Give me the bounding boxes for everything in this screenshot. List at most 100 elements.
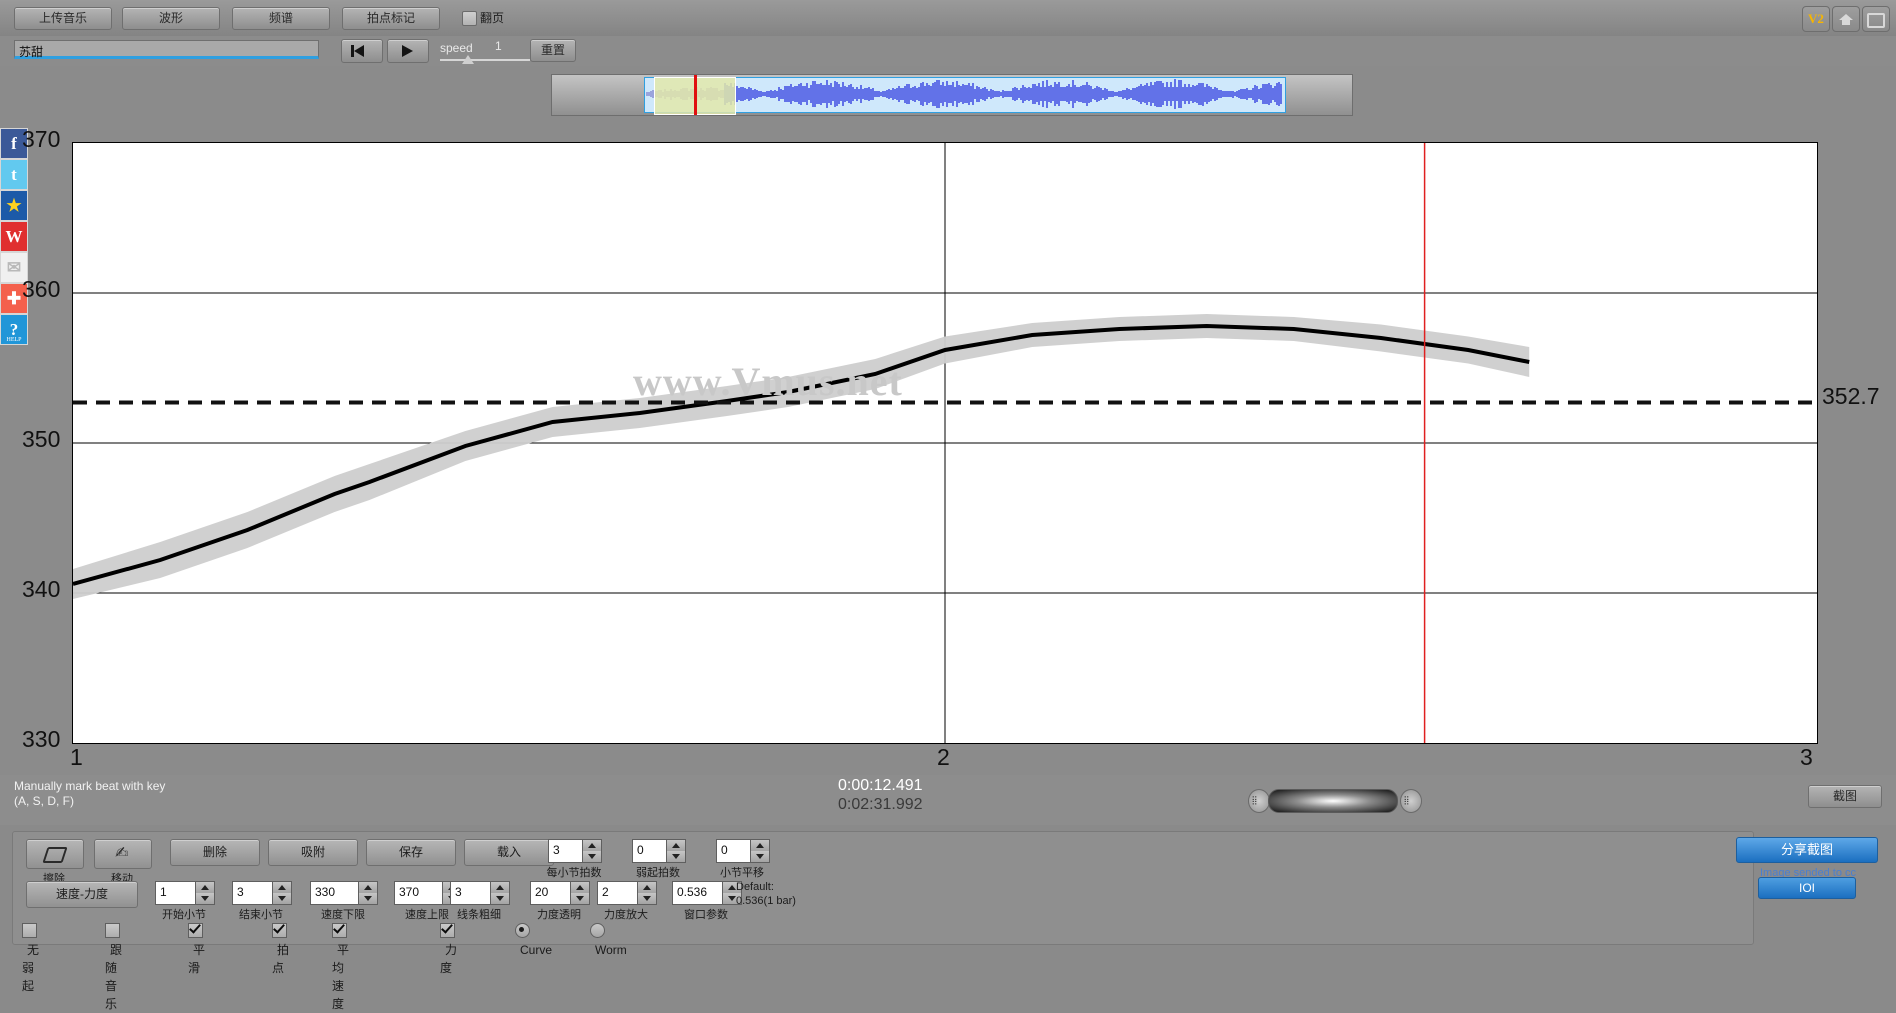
spinner-value-pickup-beats: 0 [637,843,644,857]
radio-dot-worm[interactable] [590,923,605,938]
spinner-down-dynamics-alpha[interactable] [570,893,589,904]
checkbox-box-no-pickup[interactable] [22,923,37,938]
ioi-button[interactable]: IOI [1758,877,1856,899]
waveform-button[interactable]: 波形 [122,7,220,30]
y-axis-tick: 330 [22,726,61,752]
spinner-beats-per-bar[interactable]: 3 [548,839,602,863]
transport-row: 苏甜 speed 1 重置 [0,36,1896,66]
spinner-dynamics-alpha[interactable]: 20 [530,881,590,905]
hint-line-1: Manually mark beat with key [14,779,166,793]
spectrum-button[interactable]: 频谱 [232,7,330,30]
save-button[interactable]: 保存 [366,839,456,866]
checkbox-box-avg-tempo[interactable] [332,923,347,938]
weibo-icon[interactable]: W [0,221,28,252]
volume-slider[interactable] [1268,789,1398,813]
checkbox-box-dynamics[interactable] [440,923,455,938]
upload-music-button[interactable]: 上传音乐 [14,7,112,30]
spinner-label-window-param: 窗口参数 [684,909,728,921]
spinner-tempo-min[interactable]: 330 [310,881,378,905]
chart-plot-area [73,143,1817,743]
track-title-input[interactable]: 苏甜 [14,40,319,59]
spinner-down-tempo-min[interactable] [358,893,377,904]
flip-page-checkbox[interactable] [462,11,477,26]
tempo-chart[interactable]: www.Vmus.net [72,142,1818,744]
spinner-down-bar-shift[interactable] [750,851,769,862]
adsorb-button[interactable]: 吸附 [268,839,358,866]
help-icon[interactable]: ? HELP [0,314,28,345]
radio-worm[interactable]: Worm [590,923,627,959]
qzone-star-icon[interactable]: ★ [0,190,28,221]
checkbox-label-dynamics: 力度 [440,943,458,975]
erase-tool-button[interactable] [26,839,84,869]
spinner-dynamics-zoom[interactable]: 2 [597,881,657,905]
spinner-line-width[interactable]: 3 [450,881,510,905]
checkbox-box-beats[interactable] [272,923,287,938]
play-button[interactable] [387,39,429,63]
spinner-end-bar[interactable]: 3 [232,881,292,905]
current-time: 0:00:12.491 [838,777,923,794]
spinner-label-beats-per-bar: 每小节拍数 [546,867,602,879]
waveform-overview[interactable] [551,74,1353,116]
spinner-value-end-bar: 3 [237,885,244,899]
speed-label: speed [440,41,473,55]
social-share-rail: f t ★ W ✉ ✚ ? HELP [0,128,30,345]
spinner-down-pickup-beats[interactable] [666,851,685,862]
twitter-icon[interactable]: t [0,159,28,190]
volume-high-icon[interactable]: ⦙⦙ [1400,789,1422,813]
volume-low-icon[interactable]: ⦙⦙ [1248,789,1270,813]
checkbox-no-pickup[interactable]: 无弱起 [22,923,39,995]
spinner-bar-shift[interactable]: 0 [716,839,770,863]
volume-control[interactable]: ⦙⦙ ⦙⦙ [1248,787,1428,813]
total-time: 0:02:31.992 [838,796,923,813]
y-axis-tick: 350 [22,426,61,452]
spinner-down-start-bar[interactable] [195,893,214,904]
spinner-label-bar-shift: 小节平移 [720,867,764,879]
spinner-window-param[interactable]: 0.536 [672,881,742,905]
checkbox-beats[interactable]: 拍点 [272,923,289,977]
reset-button[interactable]: 重置 [530,39,576,62]
spinner-value-beats-per-bar: 3 [553,843,560,857]
snapshot-button[interactable]: 截图 [1808,785,1882,808]
chart-watermark: www.Vmus.net [633,359,903,404]
home-icon[interactable] [1832,6,1860,32]
speed-slider-handle[interactable] [462,55,474,64]
radio-curve[interactable]: Curve [515,923,552,959]
v2-badge-icon[interactable]: V2 [1802,6,1830,32]
spinner-label-tempo-min: 速度下限 [321,909,365,921]
spinner-start-bar[interactable]: 1 [155,881,215,905]
checkbox-label-beats: 拍点 [272,943,290,975]
delete-button[interactable]: 删除 [170,839,260,866]
load-button[interactable]: 载入 [464,839,554,866]
radio-dot-curve[interactable] [515,923,530,938]
spinner-label-end-bar: 结束小节 [239,909,283,921]
y-axis-tick: 360 [22,276,61,302]
chart-svg [73,143,1817,743]
checkbox-smooth[interactable]: 平滑 [188,923,205,977]
checkbox-follow-music[interactable]: 跟随音乐 [105,923,122,1013]
spinner-pickup-beats[interactable]: 0 [632,839,686,863]
checkbox-box-smooth[interactable] [188,923,203,938]
spinner-value-bar-shift: 0 [721,843,728,857]
spinner-value-dynamics-zoom: 2 [602,885,609,899]
spinner-down-line-width[interactable] [490,893,509,904]
radio-label-worm: Worm [595,943,627,957]
spinner-down-end-bar[interactable] [272,893,291,904]
spinner-label-dynamics-alpha: 力度透明 [537,909,581,921]
waveform-playhead[interactable] [694,75,697,115]
checkbox-box-follow-music[interactable] [105,923,120,938]
checkbox-dynamics[interactable]: 力度 [440,923,457,977]
spinner-down-beats-per-bar[interactable] [582,851,601,862]
tempo-dynamics-button[interactable]: 速度-力度 [26,881,138,908]
spinner-value-dynamics-alpha: 20 [535,885,549,899]
default-note-line2: 0.536(1 bar) [736,895,796,907]
beat-mark-button[interactable]: 拍点标记 [342,7,440,30]
checkbox-avg-tempo[interactable]: 平均速度 [332,923,349,1013]
spinner-down-dynamics-zoom[interactable] [637,893,656,904]
move-tool-button[interactable]: ✍ [94,839,152,869]
speed-slider-track[interactable] [440,59,530,61]
share-snapshot-button[interactable]: 分享截图 [1736,837,1878,863]
flip-page-label: 翻页 [480,11,505,25]
fullscreen-icon[interactable] [1862,6,1890,32]
default-note-line1: Default: [736,881,774,893]
rewind-button[interactable] [341,39,383,63]
